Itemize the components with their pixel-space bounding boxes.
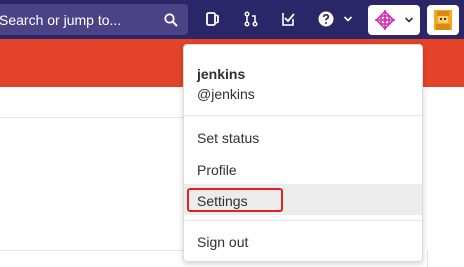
todos-icon[interactable] [205,11,221,27]
settings-highlight-box [187,188,283,212]
help-icon[interactable] [318,11,334,27]
project-logo [375,10,395,30]
menu-item-set-status[interactable]: Set status [197,130,259,146]
user-avatar-button[interactable] [427,5,459,35]
top-navbar: Search or jump to... [0,0,464,39]
dropdown-user-handle: @jenkins [197,86,255,102]
issues-icon[interactable] [280,11,296,27]
search-box[interactable]: Search or jump to... [0,4,188,35]
search-input[interactable]: Search or jump to... [0,12,121,28]
merge-requests-icon[interactable] [243,11,259,27]
search-icon[interactable] [164,13,178,27]
divider [0,250,183,251]
chevron-down-icon [404,17,414,23]
menu-item-profile[interactable]: Profile [197,162,237,178]
menu-item-sign-out[interactable]: Sign out [197,234,248,250]
project-logo-button[interactable] [368,5,420,35]
user-avatar [434,10,452,30]
divider [0,117,183,118]
dropdown-username: jenkins [197,66,246,82]
chevron-down-icon[interactable] [343,14,353,24]
menu-divider [184,115,422,116]
divider [427,250,428,267]
menu-divider [184,220,422,221]
user-dropdown-menu: jenkins @jenkins Set status Profile Sett… [183,44,423,262]
